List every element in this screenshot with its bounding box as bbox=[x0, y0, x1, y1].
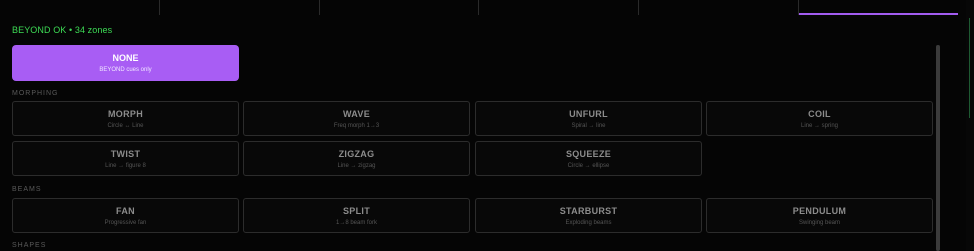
effect-card-starburst[interactable]: STARBURST Exploding beams bbox=[475, 198, 702, 233]
effect-card-coil[interactable]: COIL Line → spring bbox=[706, 101, 933, 136]
effect-card-subtitle: Exploding beams bbox=[565, 220, 612, 226]
effect-card-squeeze[interactable]: SQUEEZE Circle → ellipse bbox=[475, 141, 702, 176]
right-panel-edge bbox=[966, 0, 974, 251]
effect-card-split[interactable]: SPLIT 1→8 beam fork bbox=[243, 198, 470, 233]
effect-card-title: MORPH bbox=[108, 109, 143, 119]
tab-1[interactable] bbox=[0, 0, 160, 15]
effect-card-subtitle: Circle → ellipse bbox=[567, 163, 610, 169]
effect-card-title: UNFURL bbox=[569, 109, 608, 119]
status-text: BEYOND OK • 34 zones bbox=[12, 25, 113, 35]
effect-card-title: TWIST bbox=[110, 149, 141, 159]
tab-4[interactable] bbox=[479, 0, 640, 15]
effect-card-morph[interactable]: MORPH Circle ↔ Line bbox=[12, 101, 239, 136]
effect-card-twist[interactable]: TWIST Line → figure 8 bbox=[12, 141, 239, 176]
effect-card-subtitle: Line → zigzag bbox=[337, 163, 376, 169]
effect-card-title: PENDULUM bbox=[792, 206, 847, 216]
effect-card-zigzag[interactable]: ZIGZAG Line → zigzag bbox=[243, 141, 470, 176]
none-button-title: NONE bbox=[112, 53, 139, 63]
effect-card-unfurl[interactable]: UNFURL Spiral → line bbox=[475, 101, 702, 136]
effect-card-title: SQUEEZE bbox=[565, 149, 612, 159]
effect-card-title: WAVE bbox=[342, 109, 371, 119]
effect-card-subtitle: 1→8 beam fork bbox=[335, 220, 378, 226]
section-shapes-heading: SHAPES bbox=[12, 242, 47, 249]
scrollbar-thumb[interactable] bbox=[936, 45, 940, 251]
effect-card-fan[interactable]: FAN Progressive fan bbox=[12, 198, 239, 233]
none-button-subtitle: BEYOND cues only bbox=[99, 67, 152, 73]
effect-card-subtitle: Line → spring bbox=[800, 123, 839, 129]
effect-card-subtitle: Circle ↔ Line bbox=[107, 123, 144, 129]
tab-6-active[interactable] bbox=[799, 0, 958, 15]
effect-card-title: COIL bbox=[808, 109, 831, 119]
tab-5[interactable] bbox=[639, 0, 800, 15]
effect-card-title: SPLIT bbox=[342, 206, 370, 216]
tab-3[interactable] bbox=[320, 0, 480, 15]
effect-card-subtitle: Line → figure 8 bbox=[105, 163, 146, 169]
effect-card-title: STARBURST bbox=[559, 206, 618, 216]
tab-bar bbox=[0, 0, 958, 15]
none-button[interactable]: NONE BEYOND cues only bbox=[12, 45, 239, 81]
effect-card-subtitle: Spiral → line bbox=[571, 123, 606, 129]
effect-card-subtitle: Progressive fan bbox=[104, 220, 147, 226]
tab-2[interactable] bbox=[160, 0, 320, 15]
effect-card-subtitle: Freq morph 1→3 bbox=[333, 123, 380, 129]
effect-card-wave[interactable]: WAVE Freq morph 1→3 bbox=[243, 101, 470, 136]
section-beams-heading: BEAMS bbox=[12, 186, 42, 193]
effect-card-title: FAN bbox=[116, 206, 135, 216]
effect-card-pendulum[interactable]: PENDULUM Swinging beam bbox=[706, 198, 933, 233]
effect-card-title: ZIGZAG bbox=[338, 149, 375, 159]
section-morphing-heading: MORPHING bbox=[12, 90, 59, 97]
right-panel-divider bbox=[969, 18, 970, 118]
effect-card-subtitle: Swinging beam bbox=[798, 220, 841, 226]
